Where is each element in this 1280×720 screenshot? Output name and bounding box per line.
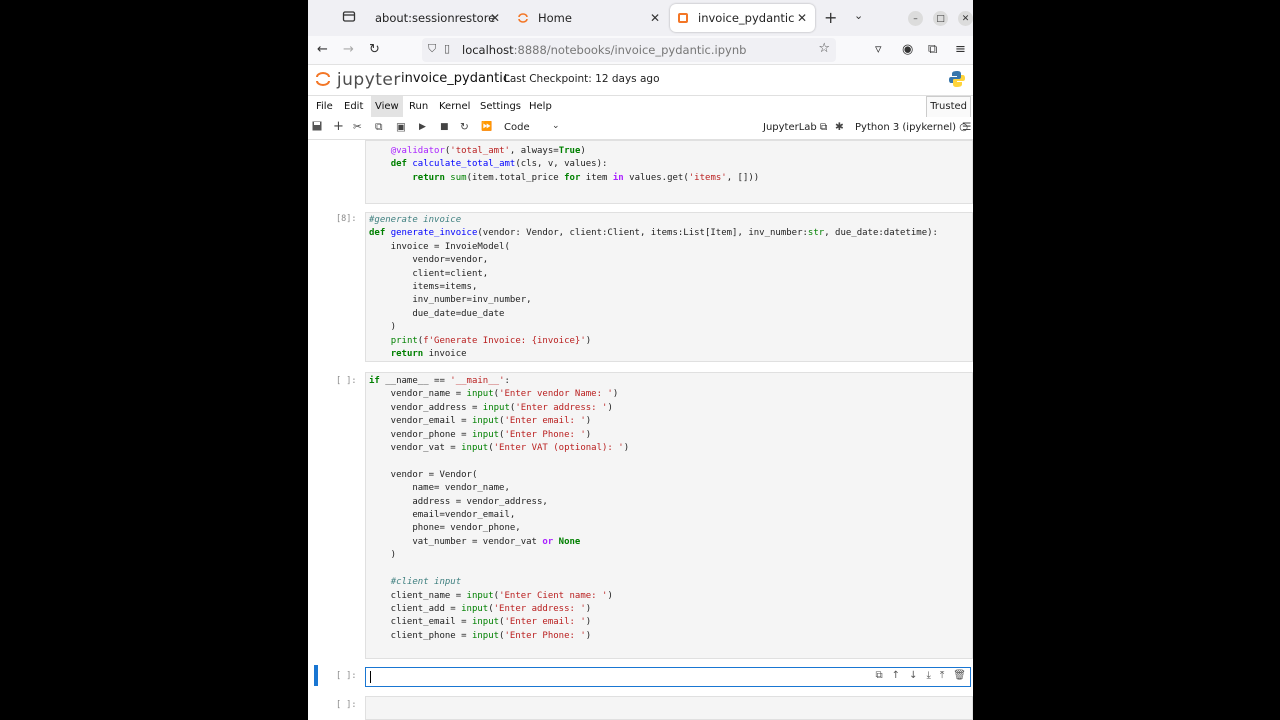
tab-list-icon[interactable] <box>342 9 356 27</box>
code-cell[interactable]: #generate invoice def generate_invoice(v… <box>365 212 973 362</box>
active-cell-indicator <box>314 665 318 686</box>
cut-icon[interactable]: ✂ <box>353 121 362 133</box>
kernel-name[interactable]: Python 3 (ipykernel) ○ <box>855 122 968 133</box>
run-icon[interactable]: ▶ <box>419 122 426 132</box>
menu-help[interactable]: Help <box>525 96 556 117</box>
jupyterlab-link[interactable]: JupyterLab ⧉ <box>763 122 827 133</box>
copy-icon[interactable]: ⧉ <box>375 121 383 134</box>
cell-prompt: [ ]: <box>336 671 357 681</box>
back-icon[interactable]: ← <box>317 42 328 57</box>
forward-icon[interactable]: → <box>343 42 354 57</box>
text-cursor <box>370 671 371 683</box>
notebook-area: @validator('total_amt', always=True) def… <box>308 140 973 720</box>
tab-title: Home <box>538 11 572 25</box>
jupyter-header: jupyter invoice_pydantic Last Checkpoint… <box>308 65 973 95</box>
notebook-title[interactable]: invoice_pydantic <box>401 71 510 86</box>
cell-source: @validator('total_amt', always=True) def… <box>390 146 760 183</box>
restart-run-all-icon[interactable]: ⏩ <box>481 122 492 132</box>
browser-window: about:sessionrestore ✕ Home ✕ invoice_py… <box>308 0 973 720</box>
jupyter-icon <box>676 11 690 25</box>
insert-above-icon[interactable]: ⤒ <box>940 670 944 681</box>
close-window-icon[interactable]: ✕ <box>958 11 973 26</box>
menu-file[interactable]: File <box>312 96 337 117</box>
bookmark-star-icon[interactable]: ☆ <box>818 41 830 56</box>
menu-view[interactable]: View <box>371 96 403 117</box>
menu-edit[interactable]: Edit <box>340 96 367 117</box>
tab-strip: about:sessionrestore ✕ Home ✕ invoice_py… <box>308 0 973 36</box>
url-bar[interactable]: ⛉ ▯ localhost:8888/notebooks/invoice_pyd… <box>422 38 836 62</box>
maximize-icon[interactable]: □ <box>933 11 948 26</box>
shield-icon[interactable]: ⛉ <box>428 42 436 56</box>
trusted-badge[interactable]: Trusted <box>926 96 971 118</box>
paste-icon[interactable]: ▣ <box>396 121 406 133</box>
delete-cell-icon[interactable]: 🗑 <box>953 670 966 681</box>
cell-source: #generate invoice def generate_invoice(v… <box>369 215 938 360</box>
code-cell[interactable] <box>365 696 973 720</box>
close-icon[interactable]: ✕ <box>650 11 660 25</box>
cell-type-select[interactable]: Code <box>504 122 530 133</box>
tab-title: about:sessionrestore <box>375 11 496 25</box>
python-logo-icon <box>948 70 966 92</box>
restart-icon[interactable]: ↻ <box>460 121 469 133</box>
duplicate-cell-icon[interactable]: ⧉ <box>876 670 883 681</box>
close-icon[interactable]: ✕ <box>797 11 807 25</box>
jupyter-logo-text: jupyter <box>336 70 401 90</box>
bug-icon[interactable]: ✱ <box>835 121 844 133</box>
chevron-down-icon[interactable]: ⌄ <box>552 121 560 131</box>
menu-bar: File Edit View Run Kernel Settings Help … <box>308 95 973 118</box>
chevron-down-icon[interactable]: ⌄ <box>854 9 863 22</box>
new-tab-icon[interactable]: + <box>824 8 837 27</box>
cell-prompt: [ ]: <box>336 700 357 710</box>
url-text: localhost:8888/notebooks/invoice_pydanti… <box>462 43 747 57</box>
reload-icon[interactable]: ↻ <box>369 42 380 57</box>
menu-settings[interactable]: Settings <box>476 96 525 117</box>
jupyter-logo[interactable]: jupyter <box>315 68 401 90</box>
tab-invoice-pydantic[interactable]: invoice_pydantic ✕ <box>670 4 815 32</box>
tab-home[interactable]: Home ✕ <box>516 4 668 32</box>
cell-prompt: [ ]: <box>336 376 357 386</box>
tab-sessionrestore[interactable]: about:sessionrestore ✕ <box>368 4 508 32</box>
code-cell[interactable]: if __name__ == '__main__': vendor_name =… <box>365 372 973 659</box>
navigation-bar: ← → ↻ ⛉ ▯ localhost:8888/notebooks/invoi… <box>308 36 973 65</box>
extensions-icon[interactable]: ⧉ <box>928 42 937 57</box>
cell-source: if __name__ == '__main__': vendor_name =… <box>369 376 630 641</box>
minimize-icon[interactable]: – <box>908 11 923 26</box>
active-code-cell[interactable]: ⧉ ↑ ↓ ⤓ ⤒ 🗑 <box>365 667 971 687</box>
account-icon[interactable]: ◉ <box>902 42 913 57</box>
checkpoint-status: Last Checkpoint: 12 days ago <box>504 73 660 85</box>
insert-below-icon[interactable]: ⤓ <box>926 670 930 681</box>
kebab-menu-icon[interactable]: ☰ <box>962 121 971 133</box>
stop-icon[interactable]: ■ <box>440 122 449 132</box>
menu-kernel[interactable]: Kernel <box>435 96 474 117</box>
page-info-icon[interactable]: ▯ <box>444 42 450 55</box>
move-up-icon[interactable]: ↑ <box>892 670 900 681</box>
code-cell[interactable]: @validator('total_amt', always=True) def… <box>365 140 973 204</box>
jupyter-icon <box>516 11 530 25</box>
hamburger-menu-icon[interactable]: ≡ <box>955 42 966 57</box>
save-icon[interactable] <box>312 121 322 134</box>
cell-prompt: [8]: <box>336 214 357 224</box>
menu-run[interactable]: Run <box>405 96 432 117</box>
cell-toolbar: ⧉ ↑ ↓ ⤓ ⤒ 🗑 <box>876 670 966 681</box>
tab-title: invoice_pydantic <box>698 11 795 25</box>
notebook-toolbar: + ✂ ⧉ ▣ ▶ ■ ↻ ⏩ Code ⌄ JupyterLab ⧉ ✱ Py… <box>308 117 973 140</box>
close-icon[interactable]: ✕ <box>490 11 500 25</box>
pocket-icon[interactable]: ▿ <box>875 42 882 57</box>
move-down-icon[interactable]: ↓ <box>909 670 917 681</box>
add-cell-icon[interactable]: + <box>333 119 344 134</box>
